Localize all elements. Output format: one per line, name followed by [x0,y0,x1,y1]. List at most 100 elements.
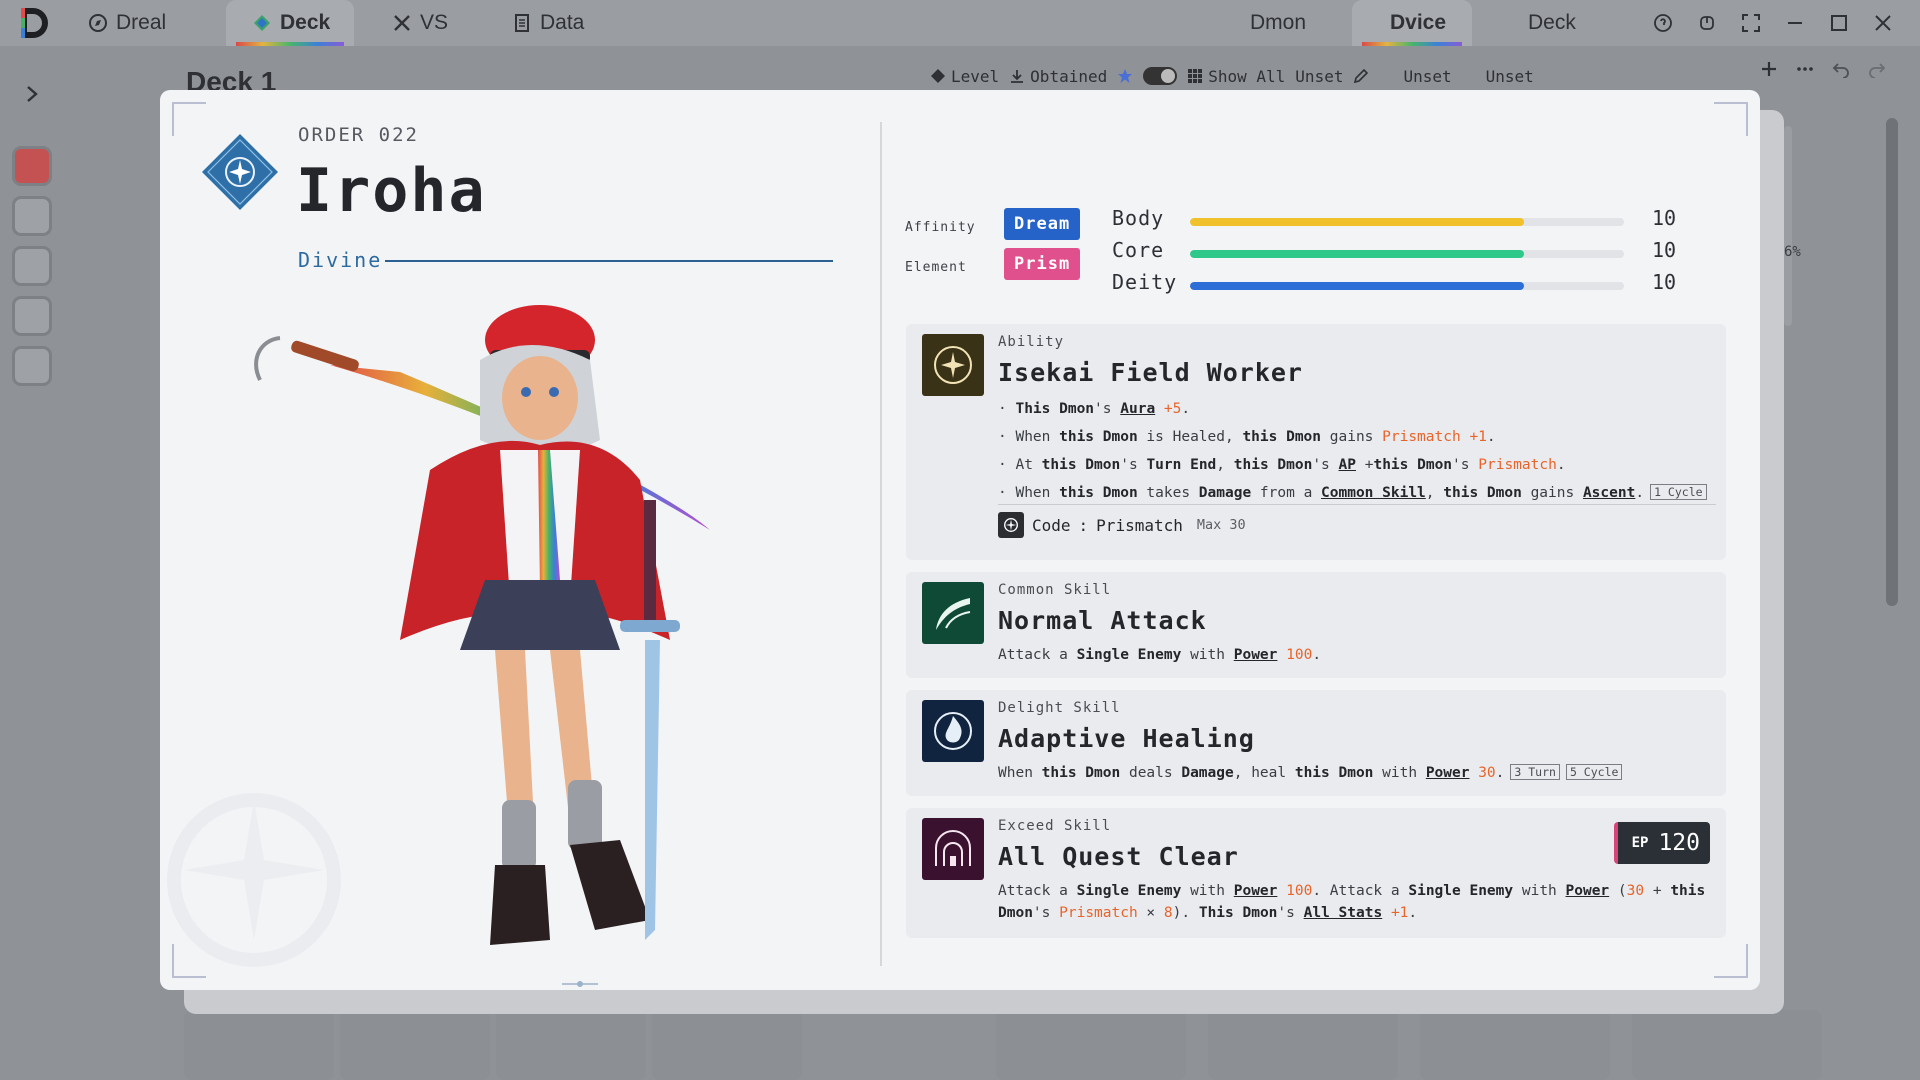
grid-icon [1188,69,1203,83]
undo-icon[interactable] [1832,60,1850,78]
more-icon[interactable] [1796,60,1814,78]
exceed-skill-icon [922,818,984,880]
tab-label: Data [540,11,585,34]
progress-percent: 6% [1784,244,1801,260]
star-icon [1118,69,1133,83]
window-controls [1648,0,1920,46]
stat-deity-value: 10 [1652,270,1677,294]
tab-data[interactable]: Data [512,0,612,46]
help-icon[interactable] [1648,8,1678,38]
filter-toolbar: Level Obtained Show All Unset Unset Unse… [930,60,1534,92]
tab-dvice[interactable]: Dvice [1352,0,1472,46]
class-underline [385,260,833,262]
tab-deck-right[interactable]: Deck [1528,0,1608,46]
delight-skill-title: Adaptive Healing [998,724,1255,753]
tab-label: Dmon [1250,11,1307,34]
level-filter[interactable]: Level [930,67,999,86]
show-all-filter[interactable]: Show All [1187,67,1285,86]
bg-thumbnail [340,1010,490,1080]
ability-icon [922,334,984,396]
equipment-ring-thumbnail[interactable] [996,1010,1186,1080]
unset-slot-1[interactable]: Unset [1295,67,1343,86]
download-icon [1011,70,1024,83]
exceed-skill-text-1: Attack a Single Enemy with Power 100. At… [998,883,1706,899]
stat-deity-bar [1190,282,1624,290]
fullscreen-icon[interactable] [1736,8,1766,38]
bg-thumbnail [496,1010,646,1080]
plus-icon[interactable] [1760,60,1778,78]
tab-dmon[interactable]: Dmon [1250,0,1330,46]
code-icon [998,512,1024,538]
ability-line-3: · At this Dmon's Turn End, this Dmon's A… [998,457,1566,473]
frame-corner [1714,102,1748,136]
scrollbar[interactable] [1886,118,1898,606]
ability-kind: Ability [998,334,1065,350]
deck-slot-1[interactable] [12,146,52,186]
tab-label: VS [420,11,449,34]
obtained-filter[interactable]: Obtained [1009,67,1107,86]
controller-icon[interactable] [1692,8,1722,38]
delight-skill-card: Delight Skill Adaptive Healing When this… [906,690,1726,796]
tab-vs[interactable]: VS [392,0,472,46]
deck-slot-2[interactable] [12,196,52,236]
dmon-class: Divine [298,248,383,272]
element-badge: Prism [1004,248,1081,280]
equipment-crystal-thumbnail[interactable] [1632,1010,1822,1080]
ability-card: Ability Isekai Field Worker · This Dmon'… [906,324,1726,560]
deck-slot-4[interactable] [12,296,52,336]
delight-skill-text: When this Dmon deals Damage, heal this D… [998,762,1623,784]
delight-skill-icon [922,700,984,762]
tab-deck[interactable]: Deck [226,0,354,46]
divine-emblem-icon [202,134,278,210]
exceed-skill-title: All Quest Clear [998,842,1239,871]
bg-tile [1784,126,1792,326]
ep-label: EP [1631,835,1649,851]
minimize-icon[interactable] [1780,8,1810,38]
bg-thumbnail [652,1010,802,1080]
vertical-divider [880,122,882,966]
code-counter: Code: Prismatch Max 30 [998,512,1246,538]
element-label: Element [905,260,967,275]
exceed-skill-kind: Exceed Skill [998,818,1112,834]
close-icon[interactable] [1868,8,1898,38]
unset-slot-2[interactable]: Unset [1403,67,1451,86]
stat-core-bar [1190,250,1624,258]
dmon-detail-modal: ORDER 022 Iroha Divine Affinity Dream El… [160,90,1760,990]
diamond-icon [254,15,270,31]
tab-label: Dreal [116,11,167,34]
maximize-icon[interactable] [1824,8,1854,38]
top-bar: Dreal Deck VS Data Dmon Dvice Deck [0,0,1920,46]
ep-cost-badge: EP 120 [1613,822,1710,864]
active-tab-underline [1362,42,1462,46]
dmon-name: Iroha [296,156,487,226]
stat-deity-label: Deity [1112,270,1178,294]
ep-value: 120 [1658,830,1700,856]
chevron-right-icon[interactable] [24,84,40,104]
character-illustration [254,305,710,945]
affinity-label: Affinity [905,220,976,235]
stat-deity-fill [1190,282,1525,290]
obtained-label: Obtained [1030,66,1108,86]
favorite-toggle[interactable] [1143,67,1178,85]
redo-icon[interactable] [1868,60,1886,78]
equipment-bracelet-thumbnail[interactable] [1208,1010,1398,1080]
stat-core-value: 10 [1652,238,1677,262]
stat-core-fill [1190,250,1525,258]
page-actions [1760,60,1886,78]
unset-slot-3[interactable]: Unset [1486,67,1534,86]
affinity-badge: Dream [1004,208,1081,240]
ability-line-1: · This Dmon's Aura +5. [998,401,1191,417]
deck-slot-5[interactable] [12,346,52,386]
tab-dreal[interactable]: Dreal [88,0,198,46]
pencil-icon[interactable] [1353,68,1369,84]
exceed-skill-text-2: Dmon's Prismatch × 8). This Dmon's All S… [998,905,1418,921]
moon-star-icon [934,346,972,384]
tab-label: Dvice [1390,11,1447,34]
app-logo-icon[interactable] [18,6,50,40]
compass-icon [89,14,107,32]
exceed-skill-card: Exceed Skill All Quest Clear EP 120 Atta… [906,808,1726,938]
equipment-sword-thumbnail[interactable] [1420,1010,1610,1080]
frame-tick-icon [562,981,598,987]
ability-separator [998,504,1716,505]
deck-slot-3[interactable] [12,246,52,286]
